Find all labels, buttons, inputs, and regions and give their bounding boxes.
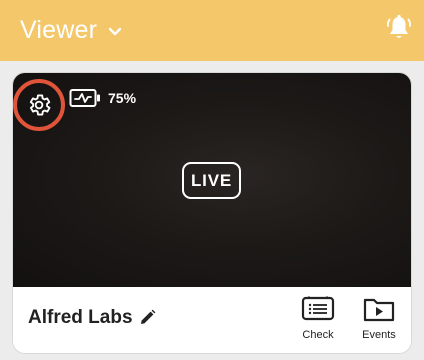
camera-card: 75% LIVE Alfred Labs Check Events: [13, 73, 411, 353]
bell-ringing-icon[interactable]: [386, 14, 412, 42]
chevron-down-icon: [108, 27, 122, 36]
events-label: Events: [362, 329, 396, 341]
checklist-icon: [301, 296, 335, 321]
check-button[interactable]: Check: [294, 294, 342, 346]
camera-name: Alfred Labs: [28, 307, 133, 328]
gear-icon: [29, 94, 51, 116]
page-title: Viewer: [20, 16, 98, 44]
live-video-feed[interactable]: 75% LIVE: [13, 73, 411, 287]
battery-level: 75%: [108, 90, 137, 106]
app-header: Viewer: [0, 0, 424, 61]
check-label: Check: [302, 329, 334, 341]
pencil-icon[interactable]: [139, 309, 156, 326]
settings-button[interactable]: [13, 79, 65, 131]
live-status-badge: LIVE: [182, 162, 241, 199]
battery-charging-icon: [69, 89, 100, 107]
camera-card-footer: Alfred Labs Check Events: [13, 287, 411, 353]
folder-play-icon: [363, 298, 395, 322]
events-button[interactable]: Events: [355, 294, 403, 346]
viewer-dropdown[interactable]: Viewer: [20, 16, 122, 45]
